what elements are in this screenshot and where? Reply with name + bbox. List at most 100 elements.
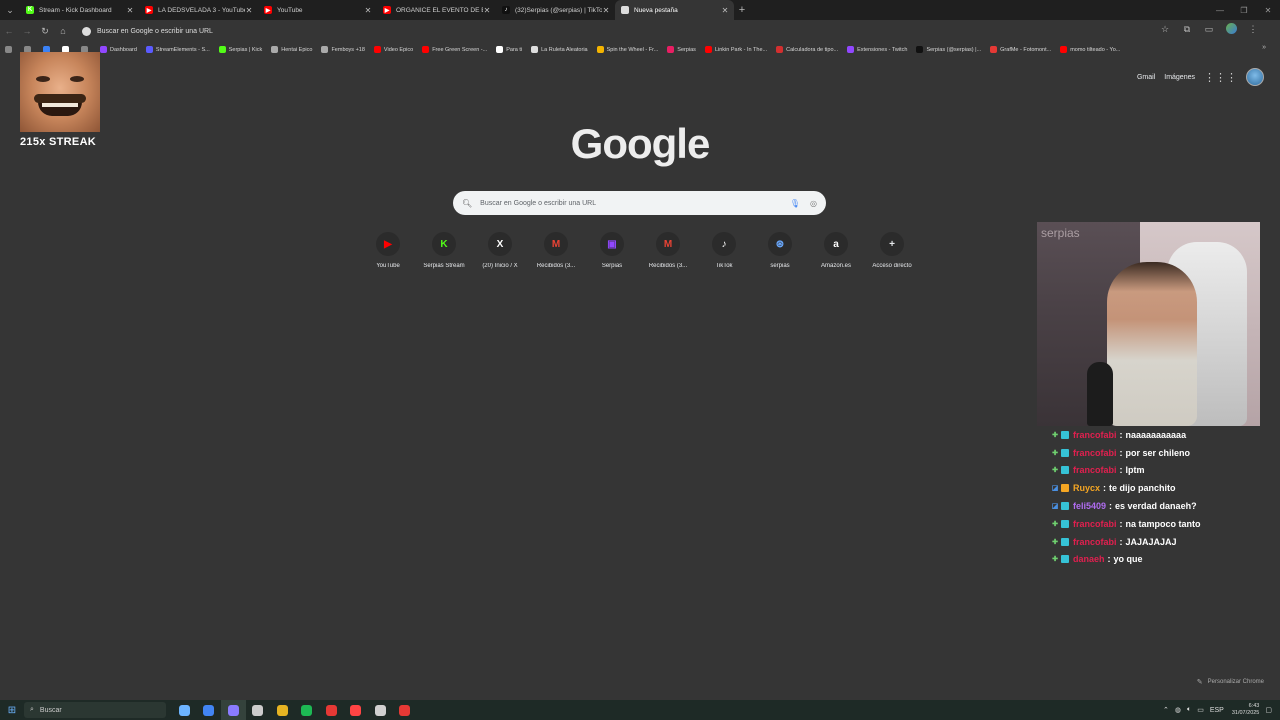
- shortcut-tile[interactable]: M Recibidos (3...: [640, 232, 696, 269]
- shortcut-label: Acceso directo: [872, 263, 912, 269]
- shortcut-label: YouTube: [376, 263, 400, 269]
- taskbar-app-icon[interactable]: [172, 700, 197, 720]
- restore-button[interactable]: ❐: [1232, 0, 1256, 20]
- new-tab-button[interactable]: +: [734, 0, 750, 20]
- bookmark-favicon-icon: [847, 46, 855, 53]
- shortcut-label: Amazon.es: [820, 263, 851, 269]
- network-icon[interactable]: ◍: [1175, 706, 1181, 714]
- taskbar-app-glyph: [399, 704, 411, 716]
- google-apps-grid-icon[interactable]: ⋮⋮⋮: [1204, 71, 1237, 84]
- bookmark-star-icon[interactable]: ☆: [1154, 24, 1176, 35]
- bookmark-item[interactable]: Dashboard: [100, 46, 137, 53]
- shortcut-label: Serpias: [601, 263, 623, 269]
- extensions-icon[interactable]: ⧉: [1176, 24, 1198, 35]
- reload-icon[interactable]: ↻: [36, 26, 54, 37]
- taskbar-app-icon[interactable]: [197, 700, 222, 720]
- shortcut-tile[interactable]: ▣ Serpias: [584, 232, 640, 269]
- google-lens-icon[interactable]: ◎: [810, 199, 817, 208]
- google-search-box[interactable]: 🔍︎ Buscar en Google o escribir una URL 🎙…: [453, 191, 826, 215]
- tab-search-chevron-icon[interactable]: ⌄: [0, 0, 20, 20]
- bookmark-item[interactable]: La Ruleta Aleatoria: [531, 46, 588, 53]
- bookmark-item[interactable]: Free Green Screen -...: [422, 46, 487, 53]
- customize-chrome-button[interactable]: ✎ Personalizar Chrome: [1197, 678, 1264, 686]
- tray-overflow-icon[interactable]: ⌃: [1163, 706, 1169, 714]
- bookmark-label: Free Green Screen -...: [432, 46, 488, 53]
- bookmark-item[interactable]: Serpias: [667, 46, 696, 53]
- minimize-button[interactable]: —: [1208, 0, 1232, 20]
- windows-start-icon[interactable]: ⊞: [0, 705, 24, 716]
- taskbar-app-icon[interactable]: [295, 700, 320, 720]
- tab-close-icon[interactable]: ✕: [602, 6, 610, 15]
- webcam-microphone: [1087, 362, 1113, 426]
- bookmark-item[interactable]: Linkin Park - In The...: [704, 46, 767, 53]
- tray-clock[interactable]: 6:43 31/07/2025: [1232, 703, 1260, 717]
- taskbar-search[interactable]: ⌕ Buscar: [24, 702, 166, 718]
- back-arrow-icon[interactable]: ←: [0, 26, 18, 36]
- bookmark-item[interactable]: Calculadora de tipo...: [776, 46, 838, 53]
- images-link[interactable]: Imágenes: [1164, 74, 1195, 81]
- browser-tab[interactable]: ▶ YouTube ✕: [258, 0, 377, 20]
- browser-tab[interactable]: K Stream - Kick Dashboard ✕: [20, 0, 139, 20]
- browser-tab[interactable]: ▶ LA DEDSVELADA 3 - YouTube ✕: [139, 0, 258, 20]
- bookmark-item[interactable]: Video Epico: [373, 46, 413, 53]
- browser-tab[interactable]: Nueva pestaña ✕: [615, 0, 734, 20]
- shortcut-tile[interactable]: ▶ YouTube: [360, 232, 416, 269]
- notifications-icon[interactable]: ▢: [1265, 706, 1272, 714]
- google-account-avatar[interactable]: [1246, 68, 1264, 86]
- close-window-button[interactable]: ✕: [1256, 0, 1280, 20]
- chrome-menu-icon[interactable]: ⋮: [1242, 24, 1264, 35]
- forward-arrow-icon[interactable]: →: [18, 26, 36, 36]
- tab-close-icon[interactable]: ✕: [364, 6, 372, 15]
- taskbar-app-icon[interactable]: [368, 700, 393, 720]
- taskbar-app-icon[interactable]: [246, 700, 271, 720]
- tab-close-icon[interactable]: ✕: [245, 6, 253, 15]
- shortcut-tile[interactable]: ♪ TikTok: [696, 232, 752, 269]
- streak-count: 215x STREAK: [20, 136, 97, 148]
- shortcut-tile[interactable]: a Amazon.es: [808, 232, 864, 269]
- gmail-link[interactable]: Gmail: [1137, 74, 1155, 81]
- bookmark-item[interactable]: GrafMe - Fotomont...: [990, 46, 1051, 53]
- taskbar-app-icon[interactable]: [393, 700, 418, 720]
- shortcut-tile[interactable]: M Recibidos (3...: [528, 232, 584, 269]
- tab-close-icon[interactable]: ✕: [483, 6, 491, 15]
- chat-separator: :: [1109, 501, 1113, 512]
- profile-avatar-small[interactable]: [1220, 23, 1242, 36]
- bookmark-item[interactable]: Extensiones - Twitch: [847, 46, 907, 53]
- shortcut-tile[interactable]: X (20) Inicio / X: [472, 232, 528, 269]
- sidebar-icon[interactable]: ▭: [1198, 24, 1220, 35]
- browser-tab[interactable]: ♪ (32)Serpias (@serpias) | TikTok ✕: [496, 0, 615, 20]
- volume-icon[interactable]: 🔈︎: [1187, 706, 1191, 714]
- voice-search-mic-icon[interactable]: 🎙︎: [790, 199, 800, 208]
- shortcut-tile[interactable]: ⊛ serpias: [752, 232, 808, 269]
- bookmark-item[interactable]: Femboys +18: [321, 46, 365, 53]
- tab-close-icon[interactable]: ✕: [126, 6, 134, 15]
- bookmark-item[interactable]: Hentai Epico: [271, 46, 312, 53]
- shortcut-tile[interactable]: K Serpias Stream: [416, 232, 472, 269]
- taskbar-app-icon[interactable]: [221, 700, 246, 720]
- chat-sub-badge-icon: [1061, 466, 1069, 475]
- taskbar-app-icon[interactable]: [319, 700, 344, 720]
- shortcut-tile[interactable]: + Acceso directo: [864, 232, 920, 269]
- home-icon[interactable]: ⌂: [54, 26, 72, 36]
- bookmark-item[interactable]: Spin the Wheel - Fr...: [596, 46, 658, 53]
- battery-icon[interactable]: ▭: [1197, 706, 1204, 714]
- taskbar-app-icon[interactable]: [344, 700, 369, 720]
- bookmark-item[interactable]: StreamElements - S...: [145, 46, 210, 53]
- address-bar[interactable]: Buscar en Google o escribir una URL: [76, 23, 1196, 39]
- taskbar-app-glyph: [203, 704, 215, 716]
- chat-separator: :: [1119, 518, 1123, 529]
- bookmarks-overflow-icon[interactable]: »: [1262, 44, 1266, 51]
- taskbar-app-icon[interactable]: [270, 700, 295, 720]
- bookmark-item[interactable]: Serpias | Kick: [218, 46, 262, 53]
- face-left-eye: [36, 76, 50, 82]
- bookmark-item[interactable]: momo tilteado - Yo...: [1060, 46, 1120, 53]
- bookmark-item[interactable]: Para ti: [496, 46, 522, 53]
- search-input[interactable]: Buscar en Google o escribir una URL: [480, 200, 790, 207]
- bookmark-item[interactable]: [5, 46, 15, 53]
- tab-close-icon[interactable]: ✕: [721, 6, 729, 15]
- chat-sub-badge-icon: [1061, 448, 1069, 457]
- webcam-streamer: [1107, 262, 1197, 426]
- tray-lang[interactable]: ESP: [1210, 707, 1224, 714]
- bookmark-item[interactable]: Serpias (@serpias) |...: [916, 46, 981, 53]
- browser-tab[interactable]: ▶ ORGANICE EL EVENTO DE BOXEO ✕: [377, 0, 496, 20]
